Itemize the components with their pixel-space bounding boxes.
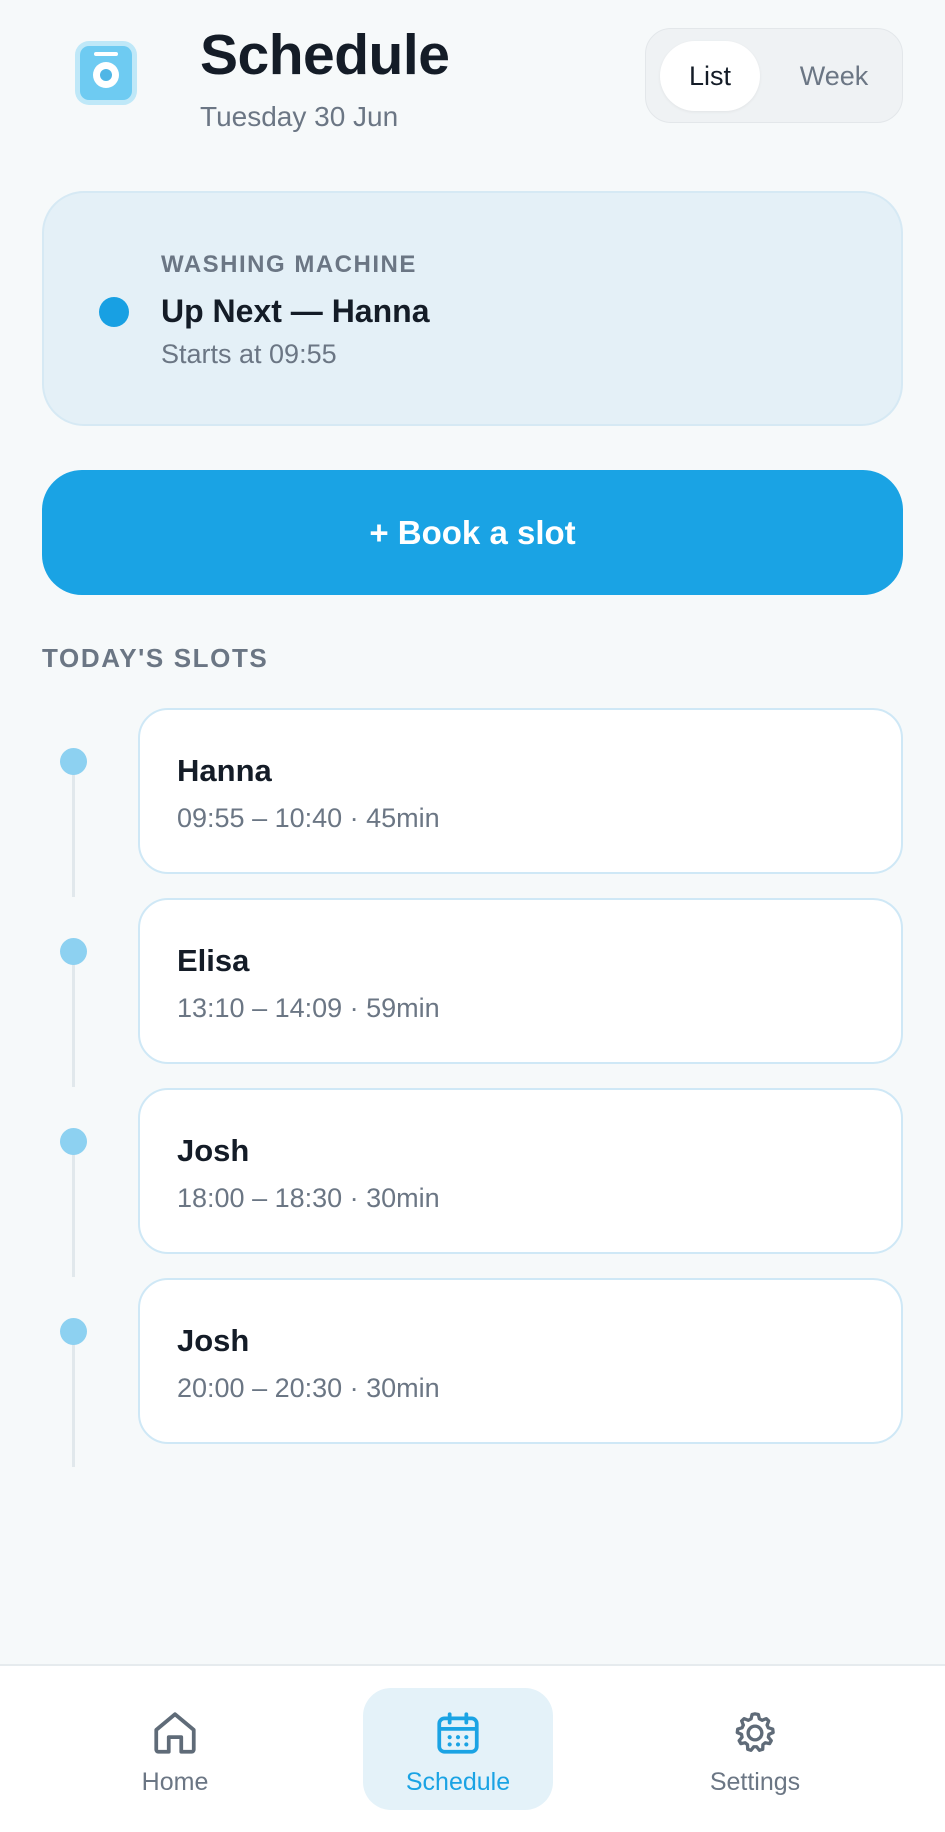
nav-schedule-label: Schedule	[405, 1768, 511, 1796]
timeline-dot	[60, 748, 87, 775]
slot-name: Elisa	[177, 943, 250, 978]
slot-time: 09:55 – 10:40 · 45min	[177, 803, 440, 833]
page-title: Schedule	[200, 23, 450, 87]
washing-machine-icon	[80, 46, 132, 100]
slot-time: 18:00 – 18:30 · 30min	[177, 1183, 440, 1213]
calendar-icon	[437, 1712, 479, 1754]
nav-settings[interactable]: Settings	[660, 1688, 850, 1810]
up-next-card: WASHING MACHINE Up Next — Hanna Starts a…	[42, 191, 903, 426]
timeline-dot	[60, 938, 87, 965]
book-slot-button[interactable]: + Book a slot	[42, 470, 903, 595]
nav-schedule[interactable]: Schedule	[363, 1688, 553, 1810]
timeline-dot	[60, 1318, 87, 1345]
up-next-title: Up Next — Hanna	[161, 293, 430, 329]
slot-card[interactable]: Hanna 09:55 – 10:40 · 45min	[138, 708, 903, 874]
view-toggle-week[interactable]: Week	[776, 41, 892, 111]
slot-name: Josh	[177, 1133, 250, 1168]
up-next-start-time: Starts at 09:55	[161, 339, 337, 369]
nav-home-label: Home	[141, 1768, 209, 1796]
slot-card[interactable]: Josh 20:00 – 20:30 · 30min	[138, 1278, 903, 1444]
timeline-segment	[72, 760, 75, 897]
timeline-segment	[72, 950, 75, 1087]
slot-card[interactable]: Elisa 13:10 – 14:09 · 59min	[138, 898, 903, 1064]
todays-slots-heading: TODAY'S SLOTS	[42, 643, 269, 673]
slot-time: 13:10 – 14:09 · 59min	[177, 993, 440, 1023]
schedule-screen: Schedule Tuesday 30 Jun List Week WASHIN…	[0, 0, 945, 1832]
timeline-segment	[72, 1330, 75, 1467]
page-date: Tuesday 30 Jun	[200, 101, 399, 132]
gear-icon	[735, 1712, 775, 1752]
nav-home[interactable]: Home	[80, 1688, 270, 1810]
timeline-dot	[60, 1128, 87, 1155]
slot-name: Josh	[177, 1323, 250, 1358]
slot-time: 20:00 – 20:30 · 30min	[177, 1373, 440, 1403]
nav-settings-label: Settings	[709, 1768, 801, 1796]
slot-name: Hanna	[177, 753, 272, 788]
timeline-segment	[72, 1140, 75, 1277]
status-dot-icon	[99, 297, 129, 327]
view-toggle: List Week	[645, 28, 903, 123]
up-next-machine-label: WASHING MACHINE	[161, 251, 417, 278]
view-toggle-list[interactable]: List	[660, 41, 760, 111]
slot-card[interactable]: Josh 18:00 – 18:30 · 30min	[138, 1088, 903, 1254]
bottom-nav: Home Schedule Settings	[0, 1664, 945, 1832]
home-icon	[154, 1712, 196, 1754]
